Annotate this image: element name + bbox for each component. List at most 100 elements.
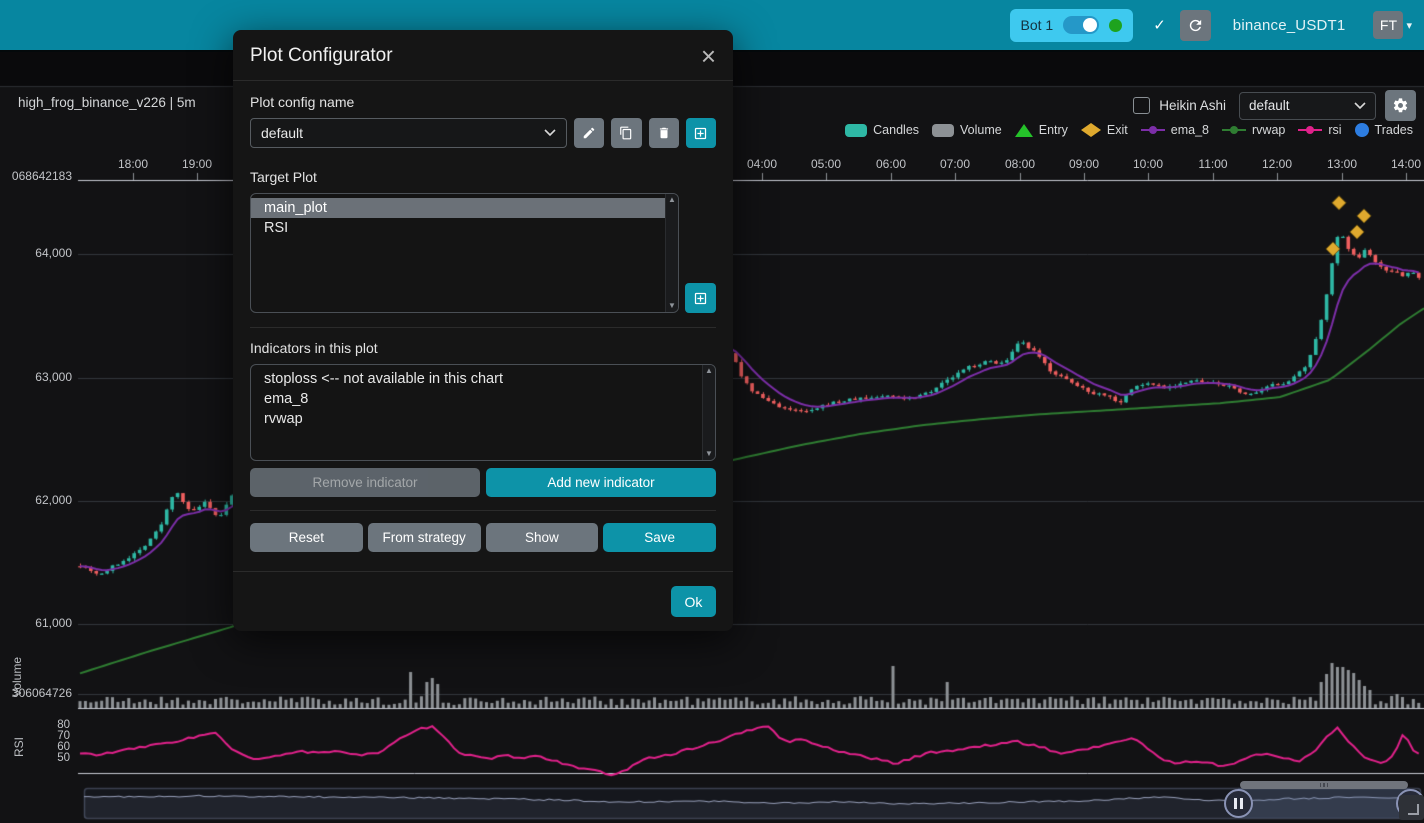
chart-title: high_frog_binance_v226 | 5m <box>18 95 196 110</box>
indicators-scrollbar[interactable]: ▲▼ <box>702 365 715 460</box>
x-axis-label: 08:00 <box>990 157 1050 171</box>
x-axis-label: 18:00 <box>103 157 163 171</box>
indicator-item[interactable]: rvwap <box>251 409 702 429</box>
x-axis-label: 07:00 <box>925 157 985 171</box>
legend-swatch <box>1355 123 1369 137</box>
legend-label: rsi <box>1328 123 1341 137</box>
modal-header: Plot Configurator × <box>233 30 733 81</box>
x-axis-label: 10:00 <box>1118 157 1178 171</box>
target-plot-label: Target Plot <box>250 169 716 185</box>
legend-swatch <box>932 124 954 137</box>
indicator-item[interactable]: stoploss <-- not available in this chart <box>251 369 702 389</box>
x-axis-label: 14:00 <box>1376 157 1424 171</box>
add-config-button[interactable] <box>686 118 716 148</box>
legend-item-ema_8[interactable]: ema_8 <box>1141 123 1209 137</box>
indicator-item[interactable]: ema_8 <box>251 389 702 409</box>
check-icon[interactable]: ✓ <box>1153 16 1166 34</box>
plus-square-icon <box>693 291 708 306</box>
plot-config-value: default <box>1249 98 1290 113</box>
x-axis-label: 09:00 <box>1054 157 1114 171</box>
bot-toggle[interactable] <box>1063 16 1099 34</box>
legend-label: rvwap <box>1252 123 1285 137</box>
x-axis-label: 19:00 <box>167 157 227 171</box>
resize-corner-handle[interactable] <box>1399 795 1424 820</box>
heikin-ashi-label: Heikin Ashi <box>1159 98 1226 113</box>
reload-button[interactable] <box>1180 10 1211 41</box>
show-button[interactable]: Show <box>486 523 599 552</box>
trash-icon <box>657 126 671 140</box>
x-axis-label: 06:00 <box>861 157 921 171</box>
chart-legend: Candles Volume Entry Exit ema_8 rvwap rsi Trade… <box>845 123 1413 137</box>
y-axis-price-label: 068642183 <box>0 169 72 183</box>
scroll-down-icon[interactable]: ▼ <box>705 450 713 458</box>
plot-config-name-label: Plot config name <box>250 94 716 110</box>
legend-label: Trades <box>1375 123 1413 137</box>
chart-toolbar: Heikin Ashi default <box>1133 90 1416 121</box>
add-new-indicator-button[interactable]: Add new indicator <box>486 468 716 497</box>
x-axis-label: 11:00 <box>1183 157 1243 171</box>
scroll-down-icon[interactable]: ▼ <box>668 302 676 310</box>
target-plot-listbox[interactable]: main_plotRSI ▲▼ <box>250 193 679 313</box>
legend-swatch <box>1081 123 1101 137</box>
target-plot-item[interactable]: main_plot <box>251 198 665 218</box>
indicators-listbox[interactable]: stoploss <-- not available in this chart… <box>250 364 716 461</box>
y-axis-price-label: 62,000 <box>0 493 72 507</box>
datazoom-left-handle[interactable] <box>1224 789 1253 818</box>
modal-body: Plot config name default Target Plot mai… <box>233 81 733 571</box>
plot-config-row: default <box>250 118 716 148</box>
bot-online-dot <box>1109 19 1122 32</box>
save-button[interactable]: Save <box>603 523 716 552</box>
ok-button[interactable]: Ok <box>671 586 716 617</box>
legend-item-exit[interactable]: Exit <box>1081 123 1128 137</box>
plus-square-icon <box>693 126 708 141</box>
legend-swatch <box>845 124 867 137</box>
legend-swatch <box>1298 125 1322 135</box>
rename-config-button[interactable] <box>574 118 604 148</box>
close-icon[interactable]: × <box>701 46 716 66</box>
x-axis-label: 04:00 <box>732 157 792 171</box>
legend-swatch <box>1222 125 1246 135</box>
rsi-pane-label: RSI <box>12 737 26 757</box>
config-actions-row: Reset From strategy Show Save <box>250 523 716 552</box>
datazoom-scrollbar[interactable] <box>1240 781 1408 789</box>
delete-config-button[interactable] <box>649 118 679 148</box>
indicators-label: Indicators in this plot <box>250 340 716 356</box>
legend-item-trades[interactable]: Trades <box>1355 123 1413 137</box>
chevron-down-icon <box>544 129 556 137</box>
legend-label: Volume <box>960 123 1002 137</box>
app-root: { "navbar": { "bot_label": "Bot 1", "onl… <box>0 0 1424 823</box>
user-menu-button[interactable]: FT <box>1373 11 1403 39</box>
legend-item-candles[interactable]: Candles <box>845 123 919 137</box>
scroll-up-icon[interactable]: ▲ <box>668 196 676 204</box>
reset-button[interactable]: Reset <box>250 523 363 552</box>
plot-config-select-toolbar[interactable]: default <box>1239 92 1376 120</box>
heikin-ashi-checkbox[interactable] <box>1133 97 1150 114</box>
ft-logo: FT <box>1380 17 1397 33</box>
legend-item-rsi[interactable]: rsi <box>1298 123 1341 137</box>
gear-icon <box>1392 97 1409 114</box>
modal-title: Plot Configurator <box>250 45 393 67</box>
pencil-icon <box>582 126 596 140</box>
modal-footer: Ok <box>233 571 733 631</box>
exchange-account-label: binance_USDT1 <box>1233 17 1346 34</box>
target-plot-scrollbar[interactable]: ▲▼ <box>665 194 678 312</box>
plot-config-name-value: default <box>261 125 303 141</box>
plot-config-name-select[interactable]: default <box>250 118 567 148</box>
y-axis-rsi-label: 50 <box>0 752 70 764</box>
remove-indicator-button[interactable]: Remove indicator <box>250 468 480 497</box>
legend-swatch <box>1141 125 1165 135</box>
legend-item-rvwap[interactable]: rvwap <box>1222 123 1285 137</box>
from-strategy-button[interactable]: From strategy <box>368 523 481 552</box>
duplicate-config-button[interactable] <box>611 118 641 148</box>
chevron-down-icon[interactable]: ▾ <box>1406 19 1412 32</box>
add-target-plot-button[interactable] <box>685 283 716 313</box>
target-plot-item[interactable]: RSI <box>251 218 665 238</box>
reload-icon <box>1187 17 1204 34</box>
legend-item-entry[interactable]: Entry <box>1015 123 1068 137</box>
x-axis-label: 12:00 <box>1247 157 1307 171</box>
scroll-up-icon[interactable]: ▲ <box>705 367 713 375</box>
plot-settings-button[interactable] <box>1385 90 1416 121</box>
y-axis-price-label: 63,000 <box>0 370 72 384</box>
bot-selector-badge[interactable]: Bot 1 <box>1010 9 1134 42</box>
legend-item-volume[interactable]: Volume <box>932 123 1002 137</box>
